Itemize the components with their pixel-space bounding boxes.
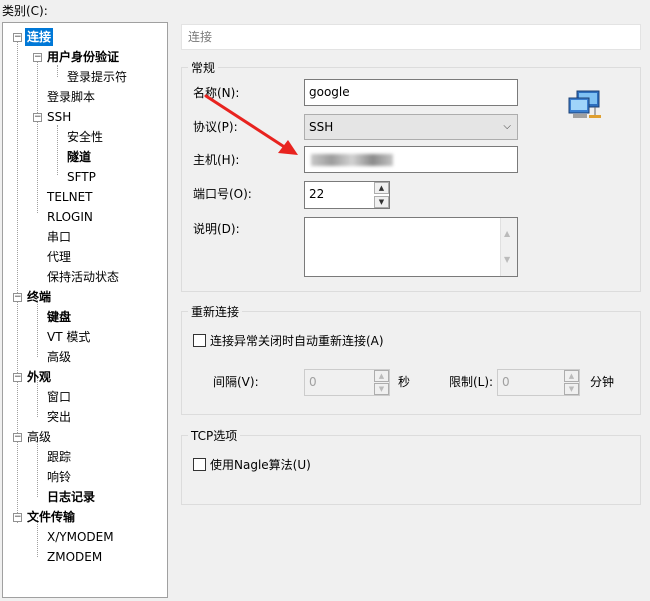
limit-unit: 分钟 — [590, 375, 615, 389]
collapse-icon[interactable]: − — [13, 373, 22, 382]
port-label: 端口号(O): — [193, 187, 252, 201]
scroll-up-icon[interactable]: ▲ — [504, 222, 510, 246]
tree-connector — [37, 57, 38, 213]
tree-item-vt-mode[interactable]: VT 模式 — [45, 328, 92, 346]
tree-item-trace[interactable]: 跟踪 — [45, 448, 73, 466]
tree-item-sftp[interactable]: SFTP — [65, 168, 98, 186]
collapse-icon[interactable]: − — [13, 293, 22, 302]
tree-item-xymodem[interactable]: X/YMODEM — [45, 528, 116, 546]
tree-item-terminal-advanced[interactable]: 高级 — [45, 348, 73, 366]
tree-item-tunnel[interactable]: 隧道 — [65, 148, 93, 166]
scroll-down-icon[interactable]: ▼ — [504, 248, 510, 272]
limit-label: 限制(L): — [449, 375, 494, 389]
spin-down-icon[interactable]: ▼ — [564, 383, 579, 395]
spin-up-icon[interactable]: ▲ — [374, 182, 389, 194]
limit-input[interactable]: 0 ▲ ▼ — [497, 369, 580, 396]
interval-value: 0 — [309, 375, 317, 389]
interval-input[interactable]: 0 ▲ ▼ — [304, 369, 390, 396]
tree-item-connection[interactable]: 连接 — [25, 28, 54, 46]
spin-up-icon[interactable]: ▲ — [374, 370, 389, 382]
tree-item-proxy[interactable]: 代理 — [45, 248, 73, 266]
tree-connector — [57, 65, 58, 77]
tree-item-bell[interactable]: 响铃 — [45, 468, 73, 486]
tree-item-window[interactable]: 窗口 — [45, 388, 73, 406]
host-value-blurred — [311, 154, 393, 166]
tree-connector — [57, 125, 58, 175]
tree-item-login-prompt[interactable]: 登录提示符 — [65, 68, 129, 86]
spin-up-icon[interactable]: ▲ — [564, 370, 579, 382]
tree-item-ssh[interactable]: SSH — [45, 108, 73, 126]
description-label: 说明(D): — [193, 222, 240, 236]
tree-item-keepalive[interactable]: 保持活动状态 — [45, 268, 121, 286]
annotation-arrow-icon — [204, 94, 298, 155]
port-value: 22 — [309, 187, 325, 201]
category-tree[interactable]: − − − − − − − 连接 用户身份验证 登录提示符 登录脚本 SSH 安… — [2, 22, 168, 598]
spin-down-icon[interactable]: ▼ — [374, 196, 389, 208]
tree-connector — [37, 437, 38, 497]
tree-item-advanced[interactable]: 高级 — [25, 428, 53, 446]
host-input[interactable] — [304, 146, 518, 173]
tree-item-login-script[interactable]: 登录脚本 — [45, 88, 97, 106]
tree-connector — [17, 37, 18, 523]
tree-item-zmodem[interactable]: ZMODEM — [45, 548, 104, 566]
limit-value: 0 — [502, 375, 510, 389]
panel-title: 连接 — [181, 24, 641, 50]
description-textarea[interactable]: ▲ ▼ — [304, 217, 518, 277]
description-scrollbar[interactable]: ▲ ▼ — [500, 218, 517, 276]
collapse-icon[interactable]: − — [33, 113, 42, 122]
interval-unit: 秒 — [398, 375, 411, 389]
protocol-value: SSH — [309, 120, 334, 134]
protocol-select[interactable]: SSH ⌵ — [304, 114, 518, 140]
tree-item-rlogin[interactable]: RLOGIN — [45, 208, 95, 226]
auto-reconnect-label[interactable]: 连接异常关闭时自动重新连接(A) — [210, 332, 384, 349]
tree-item-keyboard[interactable]: 键盘 — [45, 308, 73, 326]
tree-item-serial[interactable]: 串口 — [45, 228, 73, 246]
tree-item-logging[interactable]: 日志记录 — [45, 488, 97, 506]
category-label: 类别(C): — [2, 4, 48, 18]
tree-item-security[interactable]: 安全性 — [65, 128, 105, 146]
tree-item-appearance[interactable]: 外观 — [25, 368, 53, 386]
network-computer-icon — [568, 90, 601, 118]
name-input[interactable]: google — [304, 79, 518, 106]
tree-item-user-auth[interactable]: 用户身份验证 — [45, 48, 121, 66]
spin-down-icon[interactable]: ▼ — [374, 383, 389, 395]
tree-item-terminal[interactable]: 终端 — [25, 288, 53, 306]
tcp-group-title: TCP选项 — [188, 427, 241, 444]
tree-item-highlight[interactable]: 突出 — [45, 408, 73, 426]
reconnect-group-title: 重新连接 — [188, 303, 243, 320]
collapse-icon[interactable]: − — [13, 433, 22, 442]
tree-connector — [37, 297, 38, 357]
general-group-title: 常规 — [188, 59, 219, 76]
interval-label: 间隔(V): — [213, 375, 259, 389]
collapse-icon[interactable]: − — [13, 33, 22, 42]
port-input[interactable]: 22 ▲ ▼ — [304, 181, 390, 209]
reconnect-group: 重新连接 — [181, 303, 641, 415]
collapse-icon[interactable]: − — [13, 513, 22, 522]
nagle-checkbox[interactable] — [193, 458, 206, 471]
tree-item-file-transfer[interactable]: 文件传输 — [25, 508, 77, 526]
auto-reconnect-checkbox[interactable] — [193, 334, 206, 347]
collapse-icon[interactable]: − — [33, 53, 42, 62]
tree-item-telnet[interactable]: TELNET — [45, 188, 95, 206]
chevron-down-icon: ⌵ — [503, 121, 511, 132]
nagle-label[interactable]: 使用Nagle算法(U) — [210, 456, 311, 473]
